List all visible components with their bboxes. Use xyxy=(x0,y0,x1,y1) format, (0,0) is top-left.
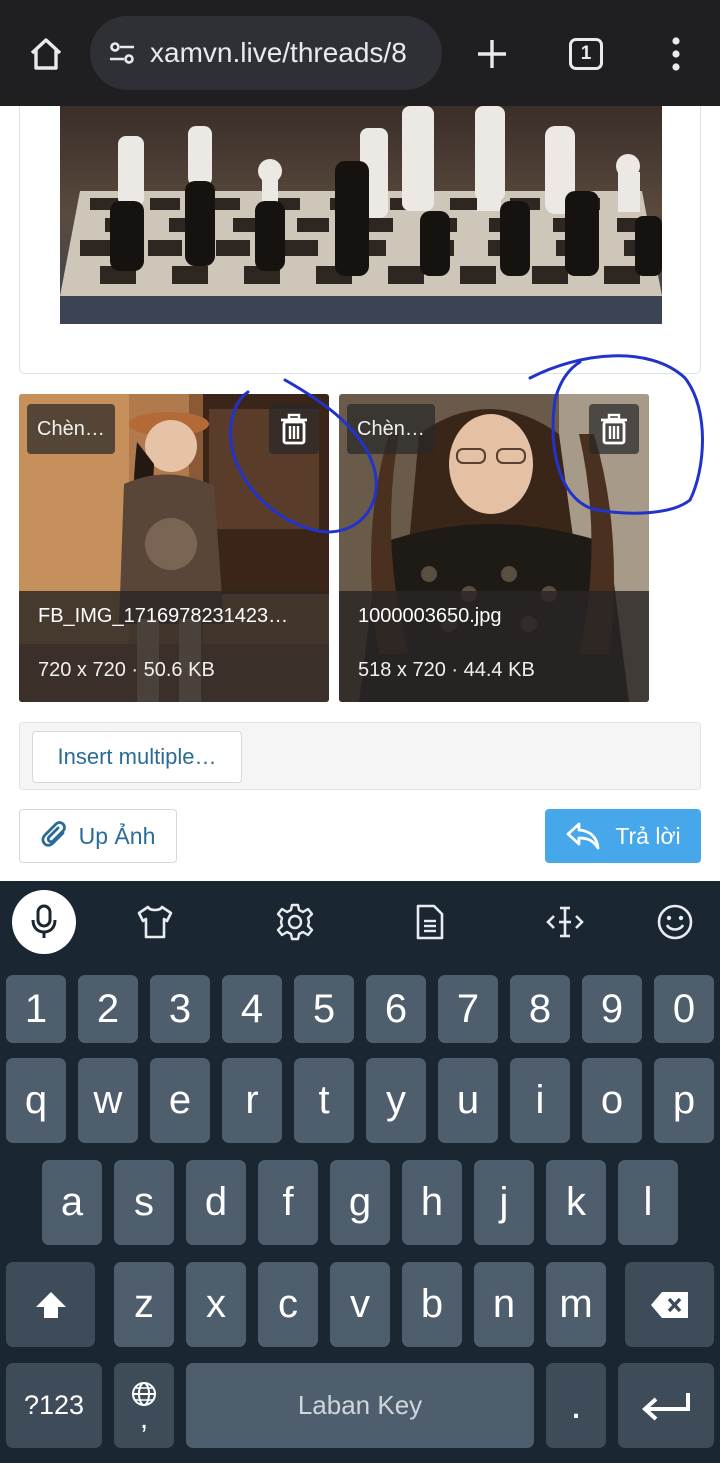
cursor-move-button[interactable] xyxy=(535,892,595,952)
comma-label: , xyxy=(139,1401,149,1435)
shift-key[interactable] xyxy=(6,1262,95,1347)
attachment-info: 1000003650.jpg 518 x 720 · 44.4 KB xyxy=(339,591,649,702)
symbols-key[interactable]: ?123 xyxy=(6,1363,102,1448)
insert-attachment-button[interactable]: Chèn… xyxy=(347,404,435,454)
clipboard-icon xyxy=(416,904,444,940)
key-z[interactable]: z xyxy=(114,1262,174,1347)
voice-input-button[interactable] xyxy=(12,890,76,954)
attachment-dimensions: 518 x 720 · 44.4 KB xyxy=(358,659,535,681)
theme-shirt-icon xyxy=(137,905,173,939)
soft-keyboard: 1 2 3 4 5 6 7 8 9 0 q w e r t y u i o p … xyxy=(0,881,720,1463)
insert-multiple-bar: Insert multiple… xyxy=(19,722,701,790)
key-l[interactable]: l xyxy=(618,1160,678,1245)
key-2[interactable]: 2 xyxy=(78,975,138,1043)
backspace-icon xyxy=(650,1291,688,1318)
clipboard-button[interactable] xyxy=(400,892,460,952)
key-3[interactable]: 3 xyxy=(150,975,210,1043)
delete-attachment-button[interactable] xyxy=(269,404,319,454)
attachment-thumbnail[interactable]: Chèn… 1000003650.jpg 518 x 720 · 44.4 KB xyxy=(339,394,649,702)
paperclip-icon xyxy=(41,821,66,847)
tab-switcher-icon: 1 xyxy=(569,38,603,70)
language-comma-key[interactable]: , xyxy=(114,1363,174,1448)
key-8[interactable]: 8 xyxy=(510,975,570,1043)
key-k[interactable]: k xyxy=(546,1160,606,1245)
reply-button[interactable]: Trả lời xyxy=(545,809,701,863)
enter-icon xyxy=(642,1392,690,1420)
key-y[interactable]: y xyxy=(366,1058,426,1143)
upload-image-label: Up Ảnh xyxy=(78,822,156,849)
address-bar[interactable]: xamvn.live/threads/8 xyxy=(90,16,442,90)
more-vert-icon xyxy=(672,37,680,71)
theme-button[interactable] xyxy=(125,892,185,952)
post-content-box xyxy=(19,106,701,374)
home-button[interactable] xyxy=(20,30,72,78)
key-9[interactable]: 9 xyxy=(582,975,642,1043)
trash-icon xyxy=(281,413,307,445)
attachment-filename: 1000003650.jpg xyxy=(358,605,502,627)
space-key[interactable]: Laban Key xyxy=(186,1363,534,1448)
new-tab-button[interactable] xyxy=(468,30,516,78)
key-w[interactable]: w xyxy=(78,1058,138,1143)
key-p[interactable]: p xyxy=(654,1058,714,1143)
key-0[interactable]: 0 xyxy=(654,975,714,1043)
key-6[interactable]: 6 xyxy=(366,975,426,1043)
key-d[interactable]: d xyxy=(186,1160,246,1245)
key-m[interactable]: m xyxy=(546,1262,606,1347)
delete-attachment-button[interactable] xyxy=(589,404,639,454)
key-g[interactable]: g xyxy=(330,1160,390,1245)
more-menu-button[interactable] xyxy=(652,30,700,78)
key-c[interactable]: c xyxy=(258,1262,318,1347)
key-4[interactable]: 4 xyxy=(222,975,282,1043)
mic-icon xyxy=(31,904,57,938)
keyboard-settings-button[interactable] xyxy=(265,892,325,952)
key-f[interactable]: f xyxy=(258,1160,318,1245)
key-s[interactable]: s xyxy=(114,1160,174,1245)
key-a[interactable]: a xyxy=(42,1160,102,1245)
key-n[interactable]: n xyxy=(474,1262,534,1347)
new-tab-plus-icon xyxy=(478,40,506,68)
settings-gear-icon xyxy=(276,903,314,941)
key-v[interactable]: v xyxy=(330,1262,390,1347)
key-o[interactable]: o xyxy=(582,1058,642,1143)
upload-image-button[interactable]: Up Ảnh xyxy=(19,809,177,863)
url-text: xamvn.live/threads/8 xyxy=(150,37,407,68)
key-t[interactable]: t xyxy=(294,1058,354,1143)
key-i[interactable]: i xyxy=(510,1058,570,1143)
key-5[interactable]: 5 xyxy=(294,975,354,1043)
key-q[interactable]: q xyxy=(6,1058,66,1143)
key-j[interactable]: j xyxy=(474,1160,534,1245)
key-b[interactable]: b xyxy=(402,1262,462,1347)
key-r[interactable]: r xyxy=(222,1058,282,1143)
key-7[interactable]: 7 xyxy=(438,975,498,1043)
browser-toolbar: xamvn.live/threads/8 1 xyxy=(0,0,720,106)
trash-icon xyxy=(601,413,627,445)
keyboard-toolbar xyxy=(0,881,720,963)
insert-attachment-button[interactable]: Chèn… xyxy=(27,404,115,454)
enter-key[interactable] xyxy=(618,1363,714,1448)
attachment-dimensions: 720 x 720 · 50.6 KB xyxy=(38,659,215,681)
attachment-thumbnail[interactable]: Chèn… FB_IMG_1716978231423… 720 x 720 · … xyxy=(19,394,329,702)
emoji-button[interactable] xyxy=(645,892,705,952)
attachment-filename: FB_IMG_1716978231423… xyxy=(38,605,289,627)
key-u[interactable]: u xyxy=(438,1058,498,1143)
attachment-info: FB_IMG_1716978231423… 720 x 720 · 50.6 K… xyxy=(19,591,329,702)
key-x[interactable]: x xyxy=(186,1262,246,1347)
reply-label: Trả lời xyxy=(615,822,681,849)
key-e[interactable]: e xyxy=(150,1058,210,1143)
tab-switcher-button[interactable]: 1 xyxy=(562,30,610,78)
insert-multiple-button[interactable]: Insert multiple… xyxy=(32,731,242,783)
site-settings-icon[interactable] xyxy=(104,35,140,71)
chess-board-image xyxy=(60,106,662,324)
cursor-move-icon xyxy=(546,906,584,938)
key-h[interactable]: h xyxy=(402,1160,462,1245)
emoji-icon xyxy=(657,904,693,940)
period-key[interactable]: . xyxy=(546,1363,606,1448)
key-1[interactable]: 1 xyxy=(6,975,66,1043)
reply-arrow-icon xyxy=(566,822,600,850)
shift-arrow-icon xyxy=(35,1291,66,1318)
home-icon xyxy=(30,38,62,70)
backspace-key[interactable] xyxy=(625,1262,714,1347)
